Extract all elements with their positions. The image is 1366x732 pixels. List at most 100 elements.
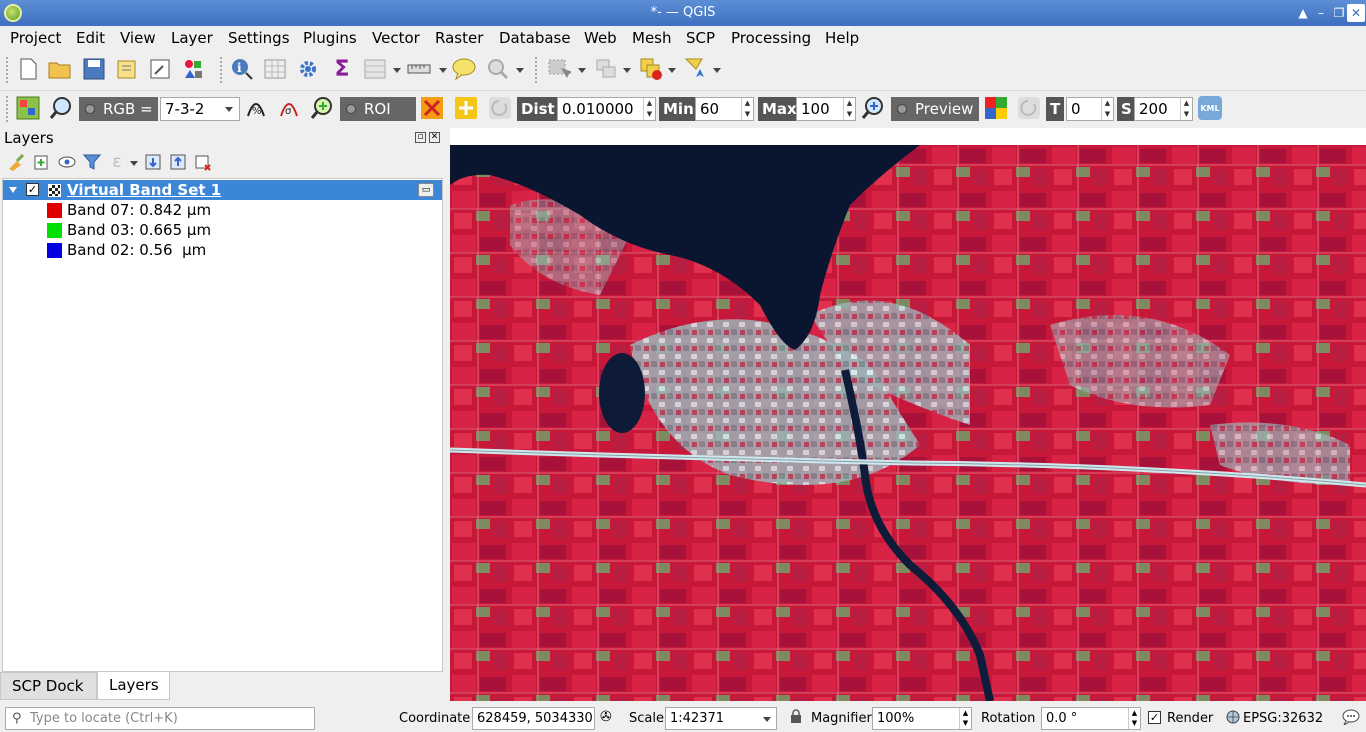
spin-arrows-icon[interactable]: ▲ ▼ <box>741 98 753 120</box>
activate-roi-pointer-icon[interactable] <box>454 96 478 120</box>
chevron-down-icon[interactable] <box>668 68 676 73</box>
menu-processing[interactable]: Processing <box>731 29 811 47</box>
create-roi-polygon-icon[interactable] <box>420 96 444 120</box>
chevron-down-icon[interactable] <box>130 161 138 166</box>
toolbox-gear-icon[interactable] <box>296 57 320 81</box>
visibility-eye-icon[interactable] <box>57 152 77 172</box>
chevron-down-icon[interactable] <box>225 107 233 112</box>
expand-all-icon[interactable] <box>143 152 163 172</box>
keep-above-icon[interactable]: ▲ <box>1294 4 1312 22</box>
menu-vector[interactable]: Vector <box>372 29 420 47</box>
menu-database[interactable]: Database <box>499 29 571 47</box>
close-panel-icon[interactable]: ✕ <box>429 132 440 143</box>
s-spinbox[interactable]: 200 ▲ ▼ <box>1134 97 1193 121</box>
chevron-down-icon[interactable] <box>623 68 631 73</box>
close-button[interactable]: ✕ <box>1347 4 1365 22</box>
roi-toggle[interactable]: ROI <box>340 97 416 121</box>
menu-scp[interactable]: SCP <box>686 29 715 47</box>
max-spinbox[interactable]: 100 ▲ ▼ <box>796 97 856 121</box>
select-location-icon[interactable] <box>684 57 708 81</box>
layer-tree[interactable]: ✓ Virtual Band Set 1 ▭ Band 07: 0.842 µm… <box>2 178 443 672</box>
filter-expression-icon[interactable]: ε <box>107 152 127 172</box>
spin-arrows-icon[interactable]: ▲ ▼ <box>1101 98 1113 120</box>
zoom-settings-icon[interactable] <box>486 57 510 81</box>
menu-project[interactable]: Project <box>10 29 61 47</box>
lock-scale-icon[interactable] <box>790 709 802 727</box>
layout-manager-icon[interactable] <box>148 57 172 81</box>
chevron-down-icon[interactable] <box>578 68 586 73</box>
dist-spinbox[interactable]: 0.010000 ▲ ▼ <box>557 97 656 121</box>
map-canvas[interactable] <box>450 128 1366 701</box>
minimize-button[interactable]: – <box>1312 4 1330 22</box>
chevron-down-icon[interactable] <box>439 68 447 73</box>
toolbar-grip[interactable] <box>220 57 223 83</box>
new-print-layout-icon[interactable] <box>115 57 139 81</box>
spin-arrows-icon[interactable]: ▲ ▼ <box>1128 708 1140 729</box>
scale-combobox[interactable]: 1:42371 <box>665 707 777 730</box>
magnifier-spinbox[interactable]: 100% ▲ ▼ <box>872 707 972 730</box>
add-group-icon[interactable] <box>31 152 51 172</box>
chevron-down-icon[interactable] <box>516 68 524 73</box>
toolbar-grip[interactable] <box>535 57 538 83</box>
t-spinbox[interactable]: 0 ▲ ▼ <box>1066 97 1114 121</box>
menu-help[interactable]: Help <box>825 29 859 47</box>
menu-settings[interactable]: Settings <box>228 29 290 47</box>
toolbar-grip[interactable] <box>6 57 9 83</box>
open-field-calculator-icon[interactable] <box>363 57 387 81</box>
map-tips-icon[interactable] <box>452 57 476 81</box>
identify-features-icon[interactable]: i <box>230 57 254 81</box>
classification-preview-icon[interactable] <box>984 96 1008 120</box>
layer-visibility-checkbox[interactable]: ✓ <box>26 183 39 196</box>
select-by-value-icon[interactable] <box>594 57 618 81</box>
layer-row-virtual-band-set[interactable]: ✓ Virtual Band Set 1 ▭ <box>3 180 442 200</box>
tab-layers[interactable]: Layers <box>97 672 170 700</box>
spin-arrows-icon[interactable]: ▲ ▼ <box>1180 98 1192 120</box>
min-spinbox[interactable]: 60 ▲ ▼ <box>695 97 754 121</box>
local-cumulative-stretch-icon[interactable]: % <box>244 96 268 120</box>
std-dev-stretch-icon[interactable]: σ <box>277 96 301 120</box>
locate-search-input[interactable]: ⚲ Type to locate (Ctrl+K) <box>5 707 315 730</box>
rotation-spinbox[interactable]: 0.0 ° ▲ ▼ <box>1041 707 1141 730</box>
deselect-features-icon[interactable] <box>639 57 663 81</box>
spin-arrows-icon[interactable]: ▲ ▼ <box>843 98 855 120</box>
kml-export-icon[interactable]: KML <box>1198 96 1222 120</box>
menu-web[interactable]: Web <box>584 29 617 47</box>
rgb-combobox[interactable]: 7-3-2 <box>160 97 240 121</box>
select-features-icon[interactable] <box>547 57 571 81</box>
crs-button[interactable]: EPSG:32632 <box>1243 711 1323 726</box>
maximize-button[interactable]: ❐ <box>1330 4 1348 22</box>
save-project-icon[interactable] <box>82 57 106 81</box>
toolbar-grip[interactable] <box>6 96 9 122</box>
spin-arrows-icon[interactable]: ▲ ▼ <box>643 98 655 120</box>
preview-toggle[interactable]: Preview <box>891 97 979 121</box>
attribute-table-icon[interactable] <box>263 57 287 81</box>
render-checkbox[interactable]: ✓ <box>1148 711 1161 724</box>
new-project-icon[interactable] <box>16 57 40 81</box>
remove-layer-icon[interactable] <box>193 152 213 172</box>
layer-options-icon[interactable]: ▭ <box>418 183 434 197</box>
rgb-toggle[interactable]: RGB = <box>79 97 158 121</box>
coordinate-field[interactable]: 628459, 5034330 <box>472 707 595 730</box>
menu-view[interactable]: View <box>120 29 156 47</box>
menu-layer[interactable]: Layer <box>171 29 213 47</box>
menu-edit[interactable]: Edit <box>76 29 105 47</box>
zoom-to-roi-icon[interactable] <box>310 96 334 120</box>
collapse-all-icon[interactable] <box>168 152 188 172</box>
scp-zoom-search-icon[interactable] <box>49 96 73 120</box>
messages-icon[interactable] <box>1342 709 1360 729</box>
tab-scp-dock[interactable]: SCP Dock <box>0 672 97 700</box>
redo-roi-icon[interactable] <box>488 96 512 120</box>
menu-raster[interactable]: Raster <box>435 29 483 47</box>
measure-line-icon[interactable] <box>407 57 431 81</box>
menu-plugins[interactable]: Plugins <box>303 29 357 47</box>
open-project-icon[interactable] <box>48 57 72 81</box>
spin-arrows-icon[interactable]: ▲ ▼ <box>959 708 971 729</box>
scp-image-zoom-icon[interactable] <box>16 96 40 120</box>
filter-legend-icon[interactable] <box>82 152 102 172</box>
chevron-down-icon[interactable] <box>763 717 771 722</box>
statistics-sigma-icon[interactable]: Σ <box>330 57 354 82</box>
expand-arrow-icon[interactable] <box>9 187 17 193</box>
redo-preview-icon[interactable] <box>1017 96 1041 120</box>
menu-mesh[interactable]: Mesh <box>632 29 672 47</box>
float-panel-icon[interactable]: ▫ <box>415 132 426 143</box>
